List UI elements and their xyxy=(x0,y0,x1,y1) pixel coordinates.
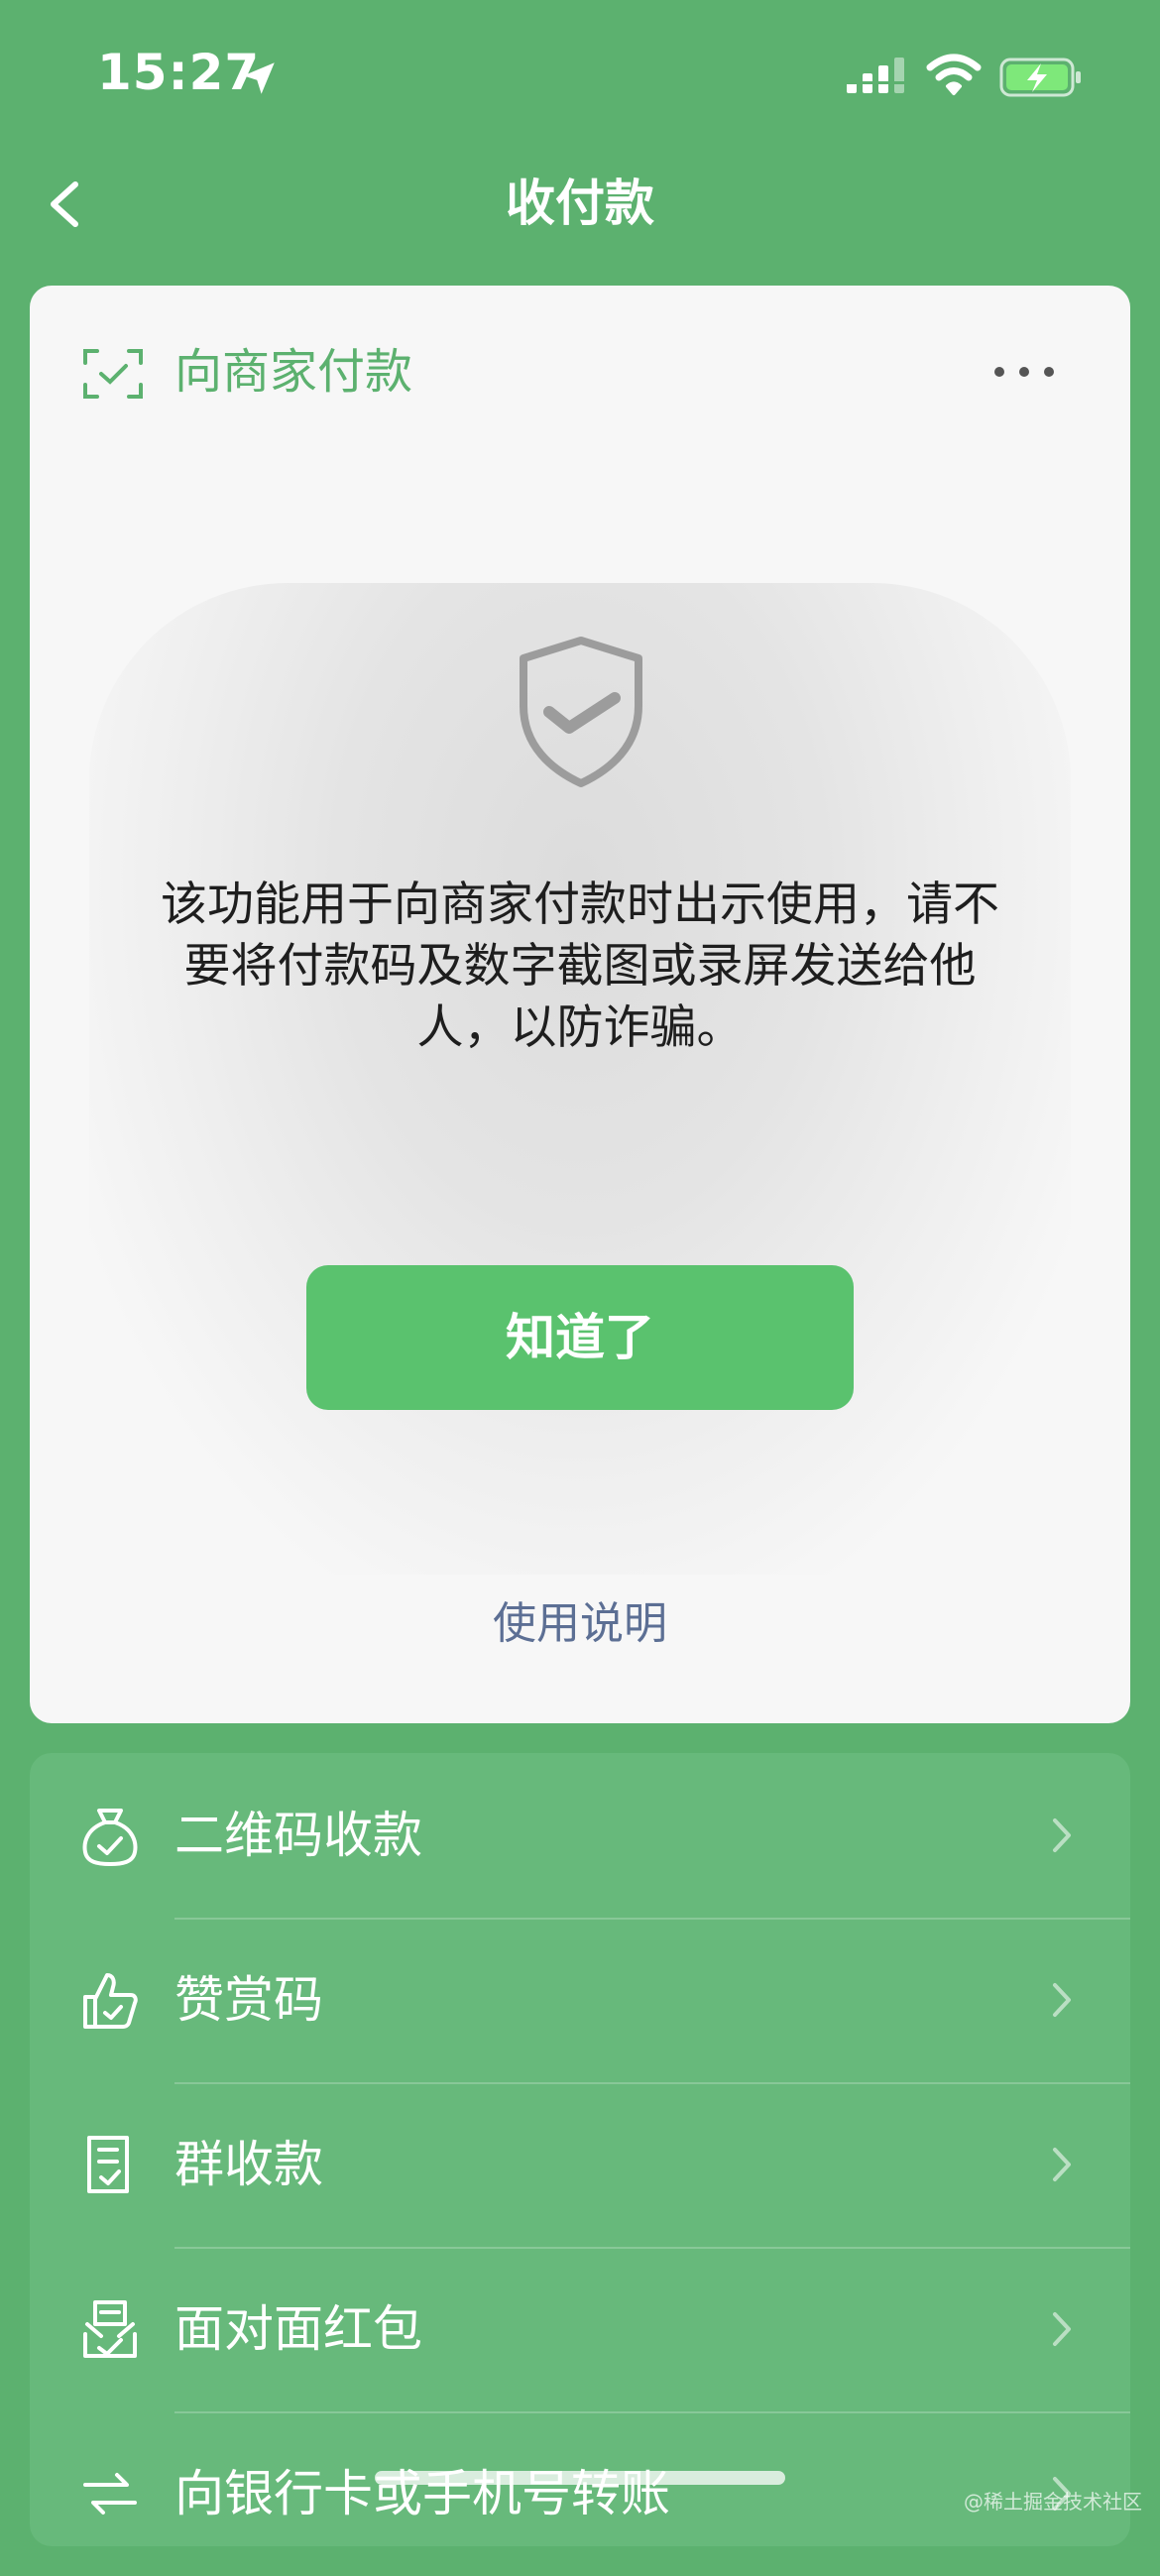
cellular-signal-icon xyxy=(847,58,904,93)
transfer-icon xyxy=(83,2473,137,2515)
group-bill-icon xyxy=(87,2136,129,2193)
warning-line: 该功能用于向商家付款时出示使用，请不 xyxy=(161,878,999,932)
money-bag-icon xyxy=(82,1809,138,1866)
warning-line: 要将付款码及数字截图或录屏发送给他 xyxy=(183,939,977,994)
menu-item-appreciation-code[interactable]: 赞赏码 xyxy=(30,1918,1130,2082)
more-options-button[interactable] xyxy=(982,347,1071,397)
merchant-pay-card: 向商家付款 该功能用于向商家付款时出示使用，请不 要将付款码及数字截图或录屏发送… xyxy=(30,286,1130,1723)
home-indicator[interactable] xyxy=(375,2471,785,2485)
menu-item-label: 二维码收款 xyxy=(174,1807,422,1864)
usage-instructions-link[interactable]: 使用说明 xyxy=(30,1594,1130,1654)
watermark: @稀土掘金技术社区 xyxy=(964,2490,1142,2514)
scan-check-icon xyxy=(83,349,143,399)
thumbs-up-icon xyxy=(83,1973,138,2029)
status-time: 15:27 xyxy=(97,44,261,101)
shield-check-icon xyxy=(520,637,642,787)
warning-line: 人，以防诈骗。 xyxy=(416,1000,744,1055)
got-it-button[interactable]: 知道了 xyxy=(306,1265,854,1410)
menu-item-face-to-face-red-packet[interactable]: 面对面红包 xyxy=(30,2247,1130,2411)
menu-item-label: 群收款 xyxy=(174,2136,323,2193)
location-arrow-icon xyxy=(243,62,275,94)
battery-charging-icon xyxy=(999,58,1081,97)
card-title: 向商家付款 xyxy=(174,344,413,400)
page-title: 收付款 xyxy=(506,175,654,232)
status-bar: 15:27 xyxy=(0,0,1160,149)
chevron-right-icon xyxy=(1053,1818,1071,1852)
menu-item-qr-receive[interactable]: 二维码收款 xyxy=(30,1753,1130,1918)
chevron-right-icon xyxy=(1053,2312,1071,2346)
chevron-right-icon xyxy=(1053,2148,1071,2181)
menu-item-label: 赞赏码 xyxy=(174,1971,323,2029)
red-packet-icon xyxy=(83,2300,137,2358)
wifi-icon xyxy=(926,54,982,95)
chevron-right-icon xyxy=(1053,1983,1071,2017)
anti-fraud-warning: 该功能用于向商家付款时出示使用，请不 要将付款码及数字截图或录屏发送给他 人，以… xyxy=(89,875,1071,1059)
payment-options-list: 二维码收款 赞赏码 群收款 面对面红包 向银行卡或手机号转账 xyxy=(30,1753,1130,2546)
menu-item-label: 面对面红包 xyxy=(174,2300,422,2358)
menu-item-label: 向银行卡或手机号转账 xyxy=(174,2465,670,2522)
menu-item-group-collect[interactable]: 群收款 xyxy=(30,2082,1130,2247)
